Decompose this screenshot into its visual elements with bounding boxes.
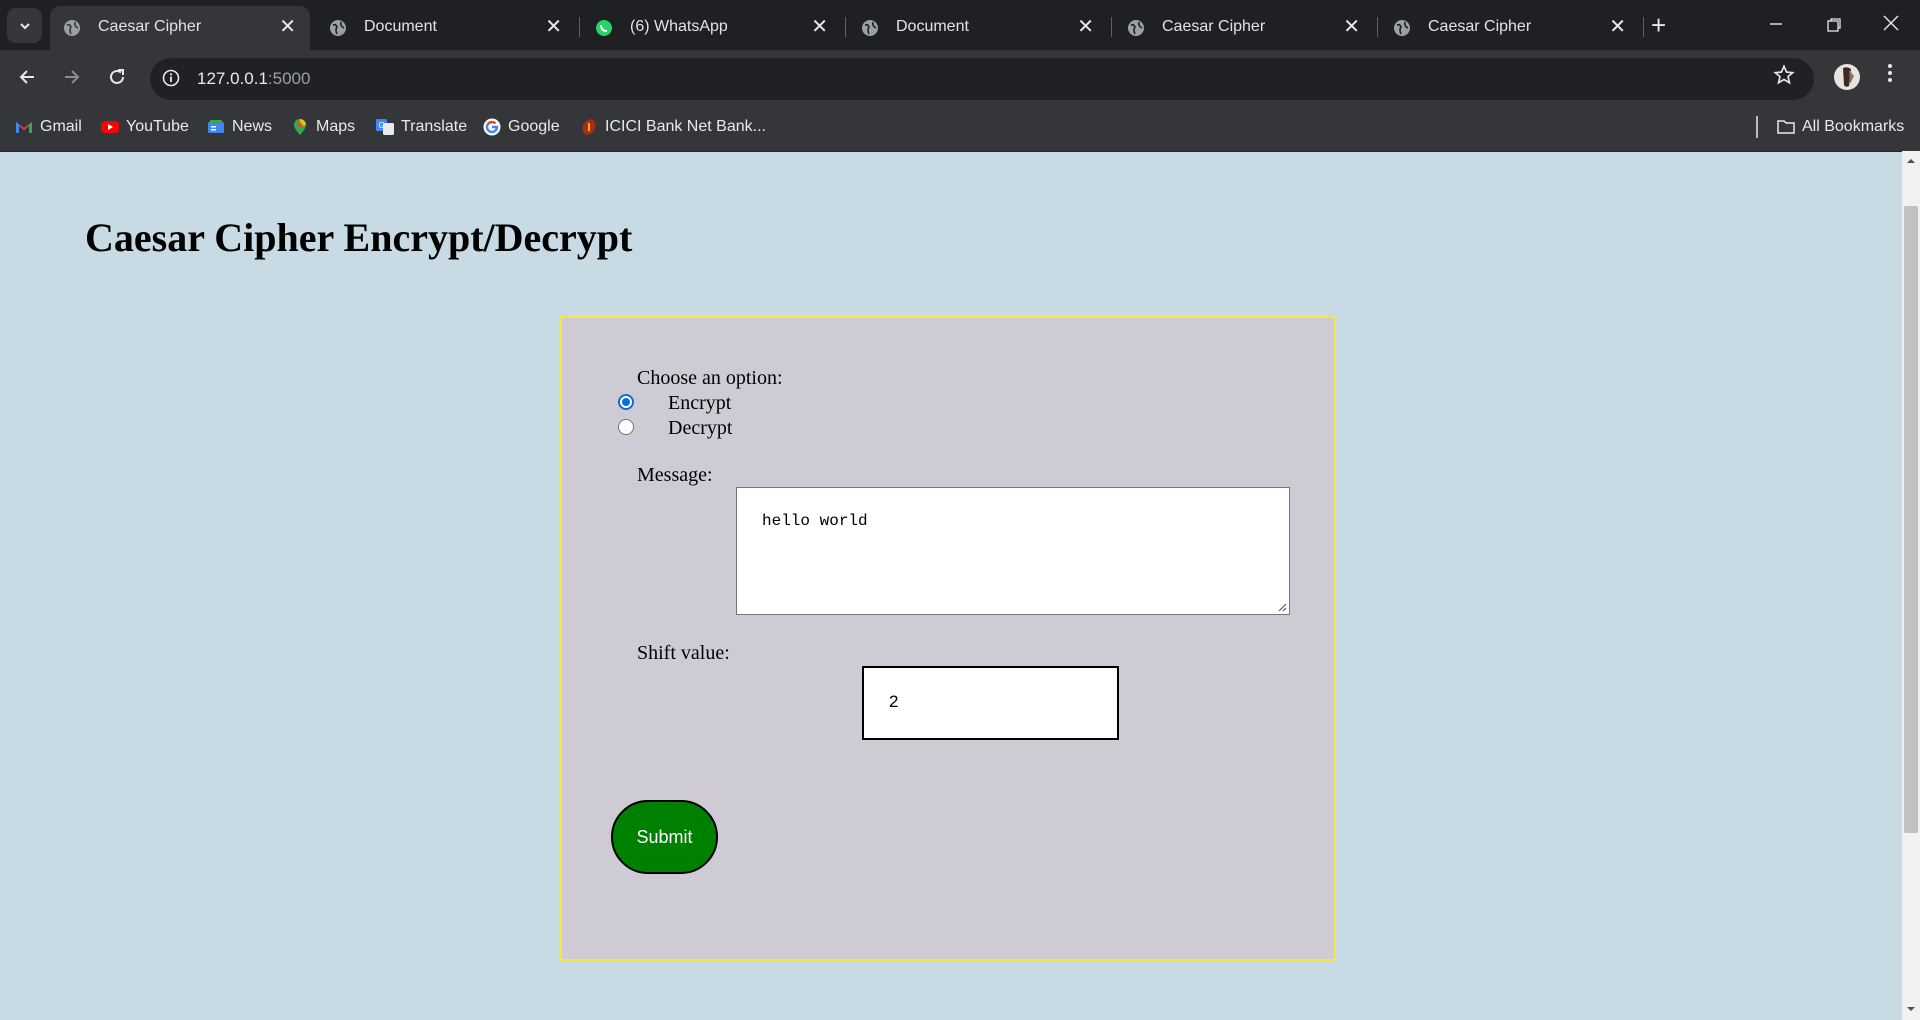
decrypt-radio[interactable] xyxy=(618,419,634,435)
message-label: Message: xyxy=(637,464,713,486)
scroll-down-arrow-icon[interactable] xyxy=(1904,1003,1918,1015)
close-icon[interactable]: ✕ xyxy=(1077,16,1094,38)
shift-label: Shift value: xyxy=(637,642,730,664)
more-menu-icon[interactable] xyxy=(1887,62,1893,89)
bookmark-gmail[interactable]: Gmail xyxy=(15,116,82,138)
url-text[interactable]: 127.0.0.1:5000 xyxy=(197,69,310,89)
tab-title: Caesar Cipher xyxy=(98,18,202,35)
option-label: Choose an option: xyxy=(637,367,783,389)
tab-document[interactable]: Document ✕ xyxy=(848,6,1108,50)
bookmarks-separator xyxy=(1756,116,1758,138)
bookmark-google[interactable]: Google xyxy=(483,116,560,138)
bookmark-news[interactable]: News xyxy=(207,116,272,138)
close-icon[interactable]: ✕ xyxy=(1609,16,1626,38)
tab-title: (6) WhatsApp xyxy=(630,18,728,35)
folder-icon xyxy=(1777,120,1795,134)
bookmark-label: Translate xyxy=(401,118,468,135)
chevron-down-icon xyxy=(19,22,30,29)
tab-separator xyxy=(1643,17,1644,37)
shift-value: 2 xyxy=(889,692,899,711)
icici-icon xyxy=(582,119,596,135)
decrypt-label[interactable]: Decrypt xyxy=(668,417,732,440)
message-textarea[interactable]: hello world xyxy=(736,487,1290,615)
bookmark-label: Maps xyxy=(316,118,356,135)
tab-document[interactable]: Document ✕ xyxy=(316,6,576,50)
bookmark-label: Google xyxy=(508,118,560,135)
scroll-up-arrow-icon[interactable] xyxy=(1904,155,1918,167)
reload-icon[interactable] xyxy=(106,66,128,93)
maps-icon xyxy=(294,119,306,135)
restore-icon[interactable] xyxy=(1826,16,1842,39)
tab-title: Document xyxy=(364,18,437,35)
bookmark-icici[interactable]: ICICI Bank Net Bank... xyxy=(580,116,766,138)
globe-icon xyxy=(330,20,346,36)
tab-separator xyxy=(1111,17,1112,37)
bookmark-label: News xyxy=(232,118,273,135)
close-icon[interactable]: ✕ xyxy=(279,16,296,38)
gmail-icon xyxy=(16,122,32,133)
globe-icon xyxy=(1394,20,1410,36)
tab-separator xyxy=(579,17,580,37)
bookmark-maps[interactable]: Maps xyxy=(291,116,355,138)
tab-separator xyxy=(1377,17,1378,37)
bookmark-label: YouTube xyxy=(126,118,189,135)
globe-icon xyxy=(862,20,878,36)
svg-text:G: G xyxy=(379,121,385,130)
url-host: 127.0.0.1 xyxy=(197,69,268,88)
news-icon xyxy=(208,120,224,133)
profile-avatar[interactable] xyxy=(1834,64,1860,90)
bookmarks-bar xyxy=(0,108,1920,152)
tab-caesar-cipher-active[interactable]: Caesar Cipher ✕ xyxy=(50,6,310,50)
close-icon[interactable]: ✕ xyxy=(545,16,562,38)
message-value: hello world xyxy=(762,512,868,530)
close-icon[interactable]: ✕ xyxy=(811,16,828,38)
tab-title: Caesar Cipher xyxy=(1162,18,1266,35)
tab-search-button[interactable] xyxy=(7,8,42,43)
tab-caesar-cipher[interactable]: Caesar Cipher ✕ xyxy=(1380,6,1640,50)
bookmark-translate[interactable]: G Translate xyxy=(376,116,467,138)
page-title: Caesar Cipher Encrypt/Decrypt xyxy=(85,215,633,260)
submit-button[interactable]: Submit xyxy=(611,800,718,874)
tab-strip: Caesar Cipher ✕ Document ✕ (6) WhatsApp … xyxy=(0,0,1920,50)
all-bookmarks-label: All Bookmarks xyxy=(1802,118,1905,135)
scrollbar-thumb[interactable] xyxy=(1904,206,1918,833)
back-arrow-icon[interactable] xyxy=(16,66,38,93)
site-info-icon[interactable] xyxy=(162,69,180,87)
encrypt-radio[interactable] xyxy=(618,394,634,410)
tab-title: Caesar Cipher xyxy=(1428,18,1532,35)
translate-icon: G xyxy=(376,119,394,135)
whatsapp-icon xyxy=(596,20,612,36)
globe-icon xyxy=(64,20,80,36)
address-bar[interactable] xyxy=(150,58,1814,100)
bookmark-youtube[interactable]: YouTube xyxy=(101,116,189,138)
url-port: :5000 xyxy=(267,69,311,88)
resize-handle-icon[interactable] xyxy=(1277,602,1287,612)
tab-caesar-cipher[interactable]: Caesar Cipher ✕ xyxy=(1114,6,1374,50)
forward-arrow-icon[interactable] xyxy=(61,66,83,93)
tab-separator xyxy=(845,17,846,37)
shift-value-input[interactable]: 2 xyxy=(862,666,1119,740)
youtube-icon xyxy=(101,121,119,133)
google-icon xyxy=(483,118,501,136)
minimize-icon[interactable] xyxy=(1768,6,1784,42)
tab-whatsapp[interactable]: (6) WhatsApp ✕ xyxy=(582,6,842,50)
tab-title: Document xyxy=(896,18,969,35)
new-tab-plus-icon[interactable]: + xyxy=(1651,10,1666,40)
all-bookmarks-button[interactable]: All Bookmarks xyxy=(1777,116,1904,138)
bookmark-label: ICICI Bank Net Bank... xyxy=(605,118,766,135)
close-icon[interactable]: ✕ xyxy=(1343,16,1360,38)
globe-icon xyxy=(1128,20,1144,36)
bookmark-star-icon[interactable] xyxy=(1773,64,1795,93)
bookmark-label: Gmail xyxy=(40,118,82,135)
window-close-icon[interactable] xyxy=(1882,14,1900,38)
encrypt-label[interactable]: Encrypt xyxy=(668,392,731,415)
